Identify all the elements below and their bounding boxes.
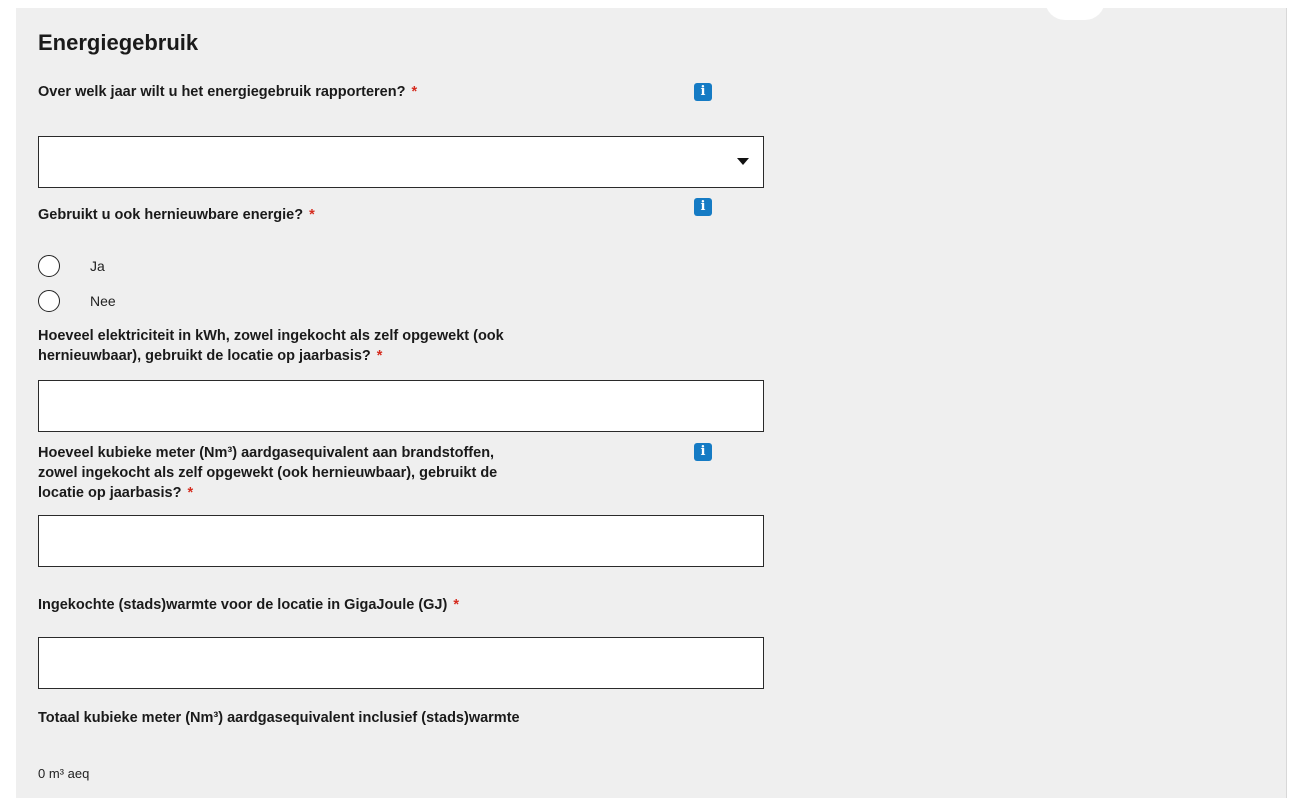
chevron-down-icon [737,158,749,165]
required-marker: * [411,84,418,100]
info-icon[interactable]: i [694,198,712,216]
required-marker: * [309,207,315,223]
total-label: Totaal kubieke meter (Nm³) aardgasequiva… [38,710,520,726]
radio-button-ja[interactable] [38,255,60,277]
required-marker: * [187,485,194,501]
electricity-question: Hoeveel elektriciteit in kWh, zowel inge… [38,326,504,366]
radio-label-nee: Nee [90,293,116,309]
heat-question-label: Ingekochte (stads)warmte voor de locatie… [38,597,448,613]
radio-option-nee[interactable]: Nee [38,290,116,312]
gas-input[interactable] [38,515,764,567]
year-question-label: Over welk jaar wilt u het energiegebruik… [38,84,406,100]
total-value: 0 m³ aeq [38,766,90,781]
gas-question-line2: zowel ingekocht als zelf opgewekt (ook h… [38,465,498,481]
electricity-question-line2: hernieuwbaar), gebruikt de locatie op ja… [38,348,371,364]
radio-label-ja: Ja [90,258,105,274]
electricity-question-line1: Hoeveel elektriciteit in kWh, zowel inge… [38,328,504,344]
info-icon[interactable]: i [694,83,712,101]
year-question: Over welk jaar wilt u het energiegebruik… [38,82,417,102]
gas-question-line3: locatie op jaarbasis? [38,485,182,501]
heat-question: Ingekochte (stads)warmte voor de locatie… [38,595,459,615]
radio-option-ja[interactable]: Ja [38,255,105,277]
radio-button-nee[interactable] [38,290,60,312]
renewable-question-label: Gebruikt u ook hernieuwbare energie? [38,207,304,223]
info-icon[interactable]: i [694,443,712,461]
heat-input[interactable] [38,637,764,689]
gas-question: Hoeveel kubieke meter (Nm³) aardgasequiv… [38,443,497,503]
renewable-question: Gebruikt u ook hernieuwbare energie? * [38,205,315,225]
year-select[interactable] [38,136,764,188]
electricity-input[interactable] [38,380,764,432]
section-title: Energiegebruik [38,30,199,55]
required-marker: * [453,597,459,613]
required-marker: * [376,348,383,364]
gas-question-line1: Hoeveel kubieke meter (Nm³) aardgasequiv… [38,445,495,461]
